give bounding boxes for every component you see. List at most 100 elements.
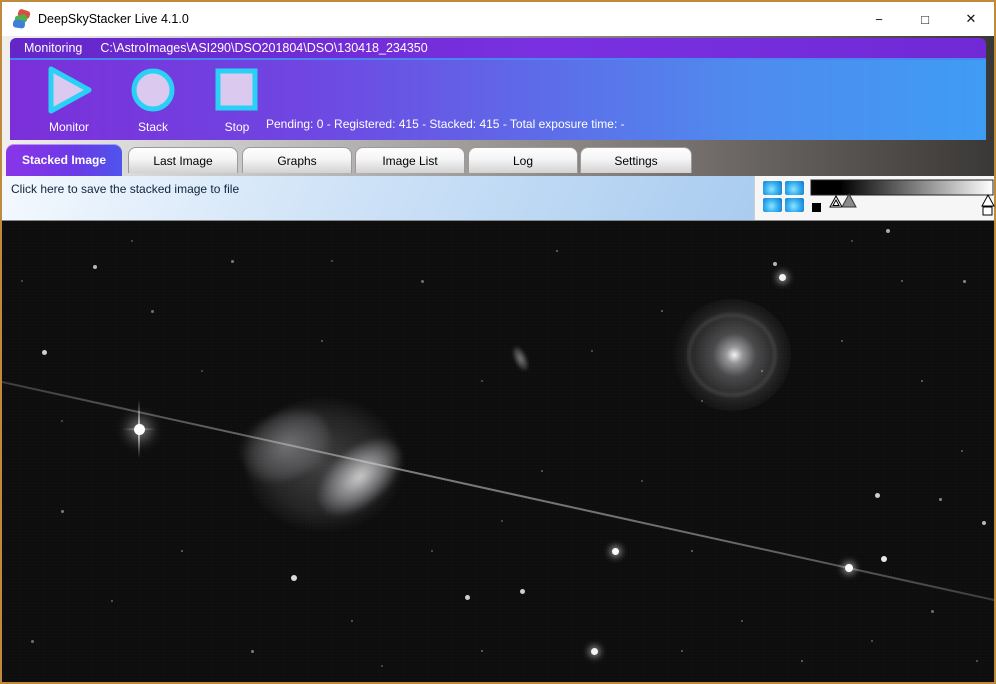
star: [982, 521, 986, 525]
star: [481, 380, 483, 382]
star: [111, 600, 114, 603]
star: [465, 595, 470, 600]
star: [841, 340, 844, 343]
stacked-image-view[interactable]: [2, 220, 994, 682]
app-window: DeepSkyStacker Live 4.1.0 − □ ✕ Monitori…: [0, 0, 996, 684]
grid-pane: [785, 181, 804, 195]
star: [779, 274, 786, 281]
star: [939, 498, 942, 501]
star: [42, 350, 47, 355]
window-title: DeepSkyStacker Live 4.1.0: [38, 12, 189, 26]
star: [921, 380, 924, 383]
star: [381, 665, 383, 667]
white-point-handle[interactable]: [983, 207, 992, 215]
tab-log[interactable]: Log: [468, 147, 578, 173]
stack-button[interactable]: Stack: [122, 64, 184, 134]
circle-icon: [128, 64, 178, 116]
tab-image-list[interactable]: Image List: [355, 147, 465, 173]
star: [591, 350, 593, 352]
star: [556, 250, 559, 253]
tab-strip: Stacked ImageLast ImageGraphsImage ListL…: [2, 144, 994, 176]
star: [331, 260, 333, 262]
star: [773, 262, 777, 266]
square-icon: [212, 64, 262, 116]
star: [851, 240, 853, 242]
white-point-marker[interactable]: [982, 195, 994, 206]
levels-adjustment-control: [809, 178, 996, 220]
star: [501, 520, 503, 522]
star: [251, 650, 254, 653]
star: [520, 589, 525, 594]
display-controls-panel: [754, 176, 994, 220]
star: [151, 310, 154, 313]
star: [801, 660, 804, 663]
black-level-swatch: [812, 203, 821, 212]
levels-gradient-bar[interactable]: [811, 180, 993, 195]
spiral-galaxy: [673, 299, 791, 411]
star: [886, 229, 890, 233]
star: [901, 280, 904, 283]
maximize-button[interactable]: □: [902, 2, 948, 36]
star: [321, 340, 323, 342]
star: [351, 620, 354, 623]
star: [61, 510, 64, 513]
star: [431, 550, 433, 552]
star: [641, 480, 643, 482]
star: [741, 620, 744, 623]
star: [93, 265, 97, 269]
stop-button[interactable]: Stop: [206, 64, 268, 134]
star: [421, 280, 424, 283]
four-panel-view-icon[interactable]: [763, 181, 804, 213]
star: [541, 470, 544, 473]
tab-graphs[interactable]: Graphs: [242, 147, 352, 173]
stacking-status-text: Pending: 0 - Registered: 415 - Stacked: …: [266, 117, 625, 131]
monitor-label: Monitor: [49, 120, 89, 134]
star: [131, 240, 133, 242]
stop-label: Stop: [225, 120, 250, 134]
star: [201, 370, 203, 372]
grid-pane: [763, 198, 782, 212]
star: [181, 550, 184, 553]
monitored-folder-path: C:\AstroImages\ASI290\DSO201804\DSO\1304…: [100, 41, 427, 55]
title-bar: DeepSkyStacker Live 4.1.0 − □ ✕: [2, 2, 994, 36]
star: [21, 280, 23, 282]
star: [61, 420, 63, 422]
minimize-button[interactable]: −: [856, 2, 902, 36]
star: [976, 660, 979, 663]
star: [871, 640, 874, 643]
toolbar: Monitor Stack Stop Pending: 0 - Registered…: [10, 60, 986, 140]
star: [845, 564, 853, 572]
small-edge-on-galaxy: [508, 343, 531, 373]
star: [881, 556, 887, 562]
tab-stacked-image[interactable]: Stacked Image: [6, 144, 122, 176]
large-irregular-galaxy: [214, 372, 434, 557]
star: [691, 550, 694, 553]
app-icon: [11, 9, 31, 29]
stack-label: Stack: [138, 120, 168, 134]
star: [481, 650, 484, 653]
star: [612, 548, 619, 555]
star: [134, 424, 145, 435]
star: [591, 648, 598, 655]
save-stacked-image-link[interactable]: Click here to save the stacked image to …: [2, 176, 754, 220]
grid-pane: [785, 198, 804, 212]
diffraction-spike: [122, 428, 156, 430]
monitor-button[interactable]: Monitor: [38, 64, 100, 134]
star: [291, 575, 297, 581]
star: [931, 610, 934, 613]
close-button[interactable]: ✕: [948, 2, 994, 36]
star: [661, 310, 664, 313]
midtone-marker[interactable]: [842, 194, 856, 207]
star: [231, 260, 234, 263]
star: [963, 280, 966, 283]
tab-settings[interactable]: Settings: [580, 147, 692, 173]
monitoring-bar: Monitoring C:\AstroImages\ASI290\DSO2018…: [10, 38, 986, 60]
star: [31, 640, 34, 643]
star: [681, 650, 683, 652]
tab-last-image[interactable]: Last Image: [128, 147, 238, 173]
triangle-icon: [43, 64, 95, 116]
star: [961, 450, 964, 453]
star: [875, 493, 880, 498]
header-band: Monitoring C:\AstroImages\ASI290\DSO2018…: [2, 36, 994, 176]
info-bar: Click here to save the stacked image to …: [2, 176, 994, 220]
